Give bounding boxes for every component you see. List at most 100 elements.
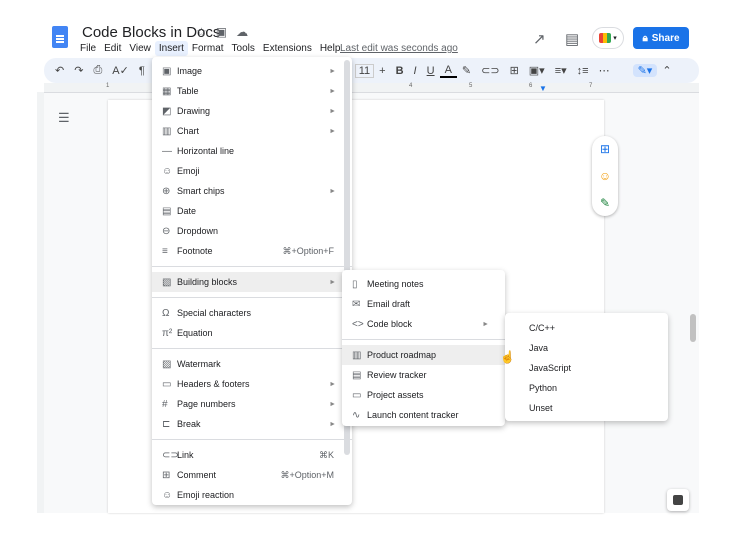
menu-view[interactable]: View bbox=[125, 41, 155, 56]
menu-item-image[interactable]: ▣ Image ► bbox=[152, 61, 352, 81]
menu-item-label: Footnote bbox=[177, 246, 213, 256]
date-icon: ▤ bbox=[162, 205, 172, 217]
menu-item-emoji[interactable]: ☺ Emoji bbox=[152, 161, 352, 181]
outline-icon[interactable]: ☰ bbox=[58, 110, 70, 126]
code-language-java[interactable]: Java bbox=[505, 338, 668, 358]
menu-item-link[interactable]: ⊂⊃ Link ⌘K bbox=[152, 445, 352, 465]
suggest-edit-icon[interactable]: ✎ bbox=[600, 196, 610, 210]
menu-item-watermark[interactable]: ▨ Watermark bbox=[152, 354, 352, 374]
share-button[interactable]: 🔒︎ Share bbox=[633, 27, 689, 49]
last-edit-link[interactable]: Last edit was seconds ago bbox=[340, 43, 458, 54]
redo-icon[interactable]: ↷ bbox=[69, 64, 88, 77]
toolbar: ↶ ↷ ⎙ A✓ ¶ 11 + B I U A ✎ ⊂⊃ ⊞ ▣▾ ≡▾ ↕≡ ⋯ ✎▾ ⌃ bbox=[44, 58, 699, 83]
comment-icon[interactable]: ⊞ bbox=[505, 64, 524, 77]
scrollbar[interactable] bbox=[690, 314, 696, 342]
meeting-notes-icon: ▯ bbox=[352, 278, 358, 290]
building-blocks-submenu: ▯ Meeting notes ✉ Email draft <> Code block ► ▥… bbox=[342, 270, 505, 426]
shortcut-label: ⌘K bbox=[318, 449, 334, 460]
menu-item-building-blocks[interactable]: ▧ Building blocks ► bbox=[152, 272, 352, 292]
menu-item-label: Watermark bbox=[177, 359, 221, 369]
image-icon[interactable]: ▣▾ bbox=[524, 64, 550, 77]
menu-item-label: Java bbox=[529, 343, 549, 353]
emoji-reaction-icon[interactable]: ☺ bbox=[599, 169, 611, 183]
line-spacing-icon[interactable]: ↕≡ bbox=[572, 65, 594, 77]
menu-item-special-characters[interactable]: Ω Special characters bbox=[152, 303, 352, 323]
footnote-icon: ≡ bbox=[162, 245, 168, 257]
add-comment-icon[interactable]: ⊞ bbox=[600, 142, 610, 156]
menu-item-review-tracker[interactable]: ▤ Review tracker bbox=[342, 365, 505, 385]
increase-font-button[interactable]: + bbox=[374, 65, 390, 77]
menu-item-label: Email draft bbox=[367, 299, 411, 309]
menu-item-page-numbers[interactable]: # Page numbers ► bbox=[152, 394, 352, 414]
link-icon[interactable]: ⊂⊃ bbox=[476, 64, 504, 77]
product-roadmap-icon: ▥ bbox=[352, 349, 362, 361]
menu-item-code-block[interactable]: <> Code block ► bbox=[342, 314, 505, 334]
folder-icon[interactable]: ▣ bbox=[216, 25, 227, 39]
menu-item-dropdown[interactable]: ⊖ Dropdown bbox=[152, 221, 352, 241]
submenu-arrow-icon: ► bbox=[329, 107, 336, 115]
comment-history-icon[interactable]: ▤ bbox=[565, 30, 579, 48]
menu-item-chart[interactable]: ▥ Chart ► bbox=[152, 121, 352, 141]
code-language-javascript[interactable]: JavaScript bbox=[505, 358, 668, 378]
code-block-icon: <> bbox=[352, 318, 364, 330]
menu-item-label: Unset bbox=[529, 403, 553, 413]
menu-item-smart-chips[interactable]: ⊕ Smart chips ► bbox=[152, 181, 352, 201]
menu-item-label: Emoji bbox=[177, 166, 200, 176]
code-language-python[interactable]: Python bbox=[505, 378, 668, 398]
menu-item-label: Page numbers bbox=[177, 399, 236, 409]
spellcheck-icon[interactable]: A✓ bbox=[107, 64, 134, 77]
docs-logo[interactable] bbox=[52, 26, 68, 48]
star-icon[interactable]: ☆ bbox=[196, 25, 207, 39]
bold-button[interactable]: B bbox=[391, 65, 409, 77]
submenu-arrow-icon: ► bbox=[329, 127, 336, 135]
align-icon[interactable]: ≡▾ bbox=[550, 64, 572, 77]
menu-insert[interactable]: Insert bbox=[154, 41, 188, 56]
chart-icon: ▥ bbox=[162, 125, 172, 137]
review-tracker-icon: ▤ bbox=[352, 369, 362, 381]
menu-item-email-draft[interactable]: ✉ Email draft bbox=[342, 294, 505, 314]
text-color-button[interactable]: A bbox=[439, 64, 457, 78]
submenu-arrow-icon: ► bbox=[329, 400, 336, 408]
menu-item-headers-footers[interactable]: ▭ Headers & footers ► bbox=[152, 374, 352, 394]
menu-item-emoji-reaction[interactable]: ☺ Emoji reaction bbox=[152, 485, 352, 505]
code-language-unset[interactable]: Unset bbox=[505, 398, 668, 418]
highlight-icon[interactable]: ✎ bbox=[457, 64, 476, 77]
menu-format[interactable]: Format bbox=[188, 41, 228, 56]
menu-item-date[interactable]: ▤ Date bbox=[152, 201, 352, 221]
underline-button[interactable]: U bbox=[422, 65, 440, 77]
menu-edit[interactable]: Edit bbox=[100, 41, 125, 56]
menu-item-comment[interactable]: ⊞ Comment ⌘+Option+M bbox=[152, 465, 352, 485]
editing-mode-button[interactable]: ✎▾ bbox=[632, 64, 658, 77]
menu-tools[interactable]: Tools bbox=[228, 41, 259, 56]
font-size-input[interactable]: 11 bbox=[354, 63, 375, 78]
emoji-icon: ☺ bbox=[162, 165, 173, 177]
menu-item-launch-content-tracker[interactable]: ∿ Launch content tracker bbox=[342, 405, 505, 425]
collapse-icon[interactable]: ⌃ bbox=[657, 64, 676, 77]
menu-item-meeting-notes[interactable]: ▯ Meeting notes bbox=[342, 274, 505, 294]
code-block-submenu: C/C++ Java JavaScript Python Unset bbox=[505, 313, 668, 421]
menu-item-table[interactable]: ▦ Table ► bbox=[152, 81, 352, 101]
menu-item-drawing[interactable]: ◩ Drawing ► bbox=[152, 101, 352, 121]
menu-item-horizontal-line[interactable]: — Horizontal line bbox=[152, 141, 352, 161]
building-blocks-icon: ▧ bbox=[162, 276, 172, 288]
explore-button[interactable] bbox=[667, 489, 689, 511]
menu-file[interactable]: File bbox=[76, 41, 100, 56]
italic-button[interactable]: I bbox=[409, 65, 422, 77]
more-button[interactable]: ⋯ bbox=[594, 64, 615, 77]
menu-extensions[interactable]: Extensions bbox=[259, 41, 316, 56]
table-icon: ▦ bbox=[162, 85, 172, 97]
submenu-arrow-icon: ► bbox=[329, 278, 336, 286]
undo-icon[interactable]: ↶ bbox=[50, 64, 69, 77]
menu-item-project-assets[interactable]: ▭ Project assets bbox=[342, 385, 505, 405]
code-language-c-c[interactable]: C/C++ bbox=[505, 318, 668, 338]
activity-icon[interactable]: ↗ bbox=[533, 30, 546, 48]
menu-item-product-roadmap[interactable]: ▥ Product roadmap bbox=[342, 345, 505, 365]
menu-item-break[interactable]: ⊏ Break ► bbox=[152, 414, 352, 434]
menu-item-label: Special characters bbox=[177, 308, 252, 318]
page-numbers-icon: # bbox=[162, 398, 168, 410]
meet-button[interactable]: ▾ bbox=[592, 27, 624, 49]
print-icon[interactable]: ⎙ bbox=[88, 64, 107, 77]
menu-item-footnote[interactable]: ≡ Footnote ⌘+Option+F bbox=[152, 241, 352, 261]
paint-format-icon[interactable]: ¶ bbox=[134, 65, 150, 77]
menu-item-equation[interactable]: π² Equation bbox=[152, 323, 352, 343]
